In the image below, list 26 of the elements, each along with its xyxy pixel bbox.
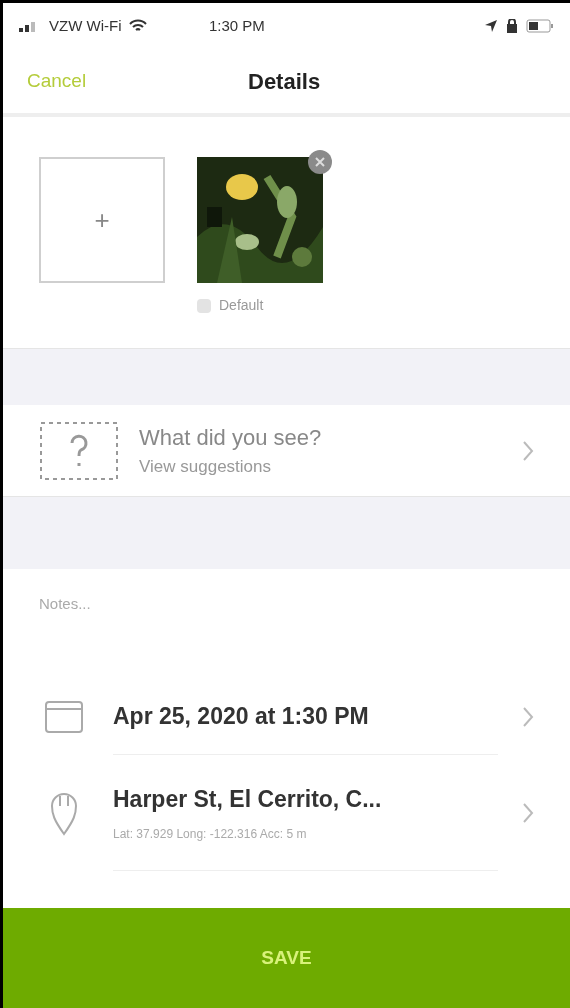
clock-text: 1:30 PM xyxy=(209,15,265,36)
location-row[interactable]: Harper St, El Cerrito, C... Lat: 37.929 Long: -122.316 Acc: 5 m xyxy=(3,755,570,871)
remove-photo-icon[interactable] xyxy=(307,149,333,175)
cancel-button[interactable]: Cancel xyxy=(27,66,87,96)
chevron-icon xyxy=(522,439,534,462)
species-prompt: What did you see? xyxy=(139,424,322,453)
battery-icon xyxy=(526,19,554,33)
default-label: Default xyxy=(219,296,264,315)
notes-field[interactable]: Notes... xyxy=(3,569,570,679)
location-arrow-icon xyxy=(484,19,498,33)
lock-icon xyxy=(506,19,518,33)
carrier-text: VZW Wi-Fi xyxy=(49,15,122,36)
add-photo-button[interactable]: + xyxy=(39,157,165,283)
screen-title: Details xyxy=(248,67,321,96)
save-button[interactable]: SAVE xyxy=(3,908,570,1008)
question-mark-icon xyxy=(39,420,119,481)
chevron-icon xyxy=(522,706,534,728)
suggestions-link: View suggestions xyxy=(139,456,272,479)
chevron-icon xyxy=(522,802,534,824)
wifi-icon xyxy=(129,19,148,33)
place-name: Harper St, El Cerrito, C... xyxy=(113,785,383,815)
date-time: Apr 25, 2020 at 1:30 PM xyxy=(113,702,370,732)
coordinates-text: Lat: 37.929 Long: -122.316 Acc: 5 m xyxy=(113,825,308,843)
default-checkbox[interactable] xyxy=(197,298,211,313)
calendar-icon xyxy=(44,699,84,735)
date-row[interactable]: Apr 25, 2020 at 1:30 PM xyxy=(3,679,570,755)
